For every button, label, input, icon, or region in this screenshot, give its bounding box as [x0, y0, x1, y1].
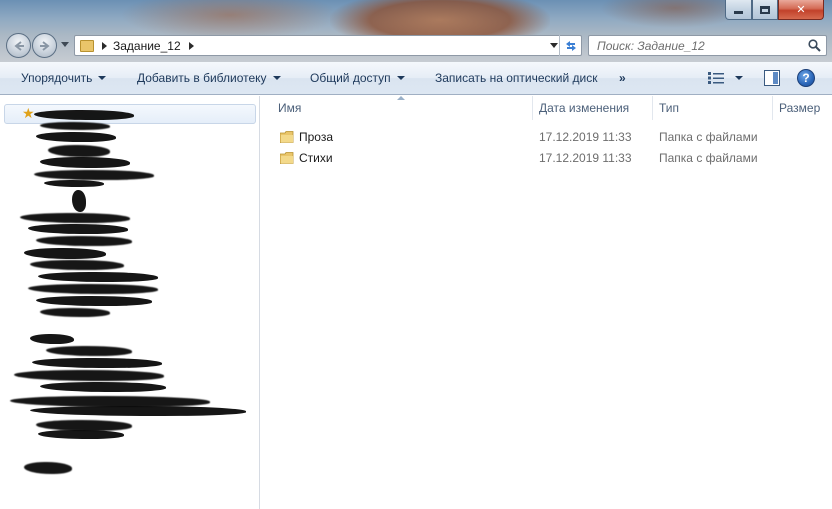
address-dropdown-icon[interactable] [550, 43, 558, 48]
maximize-button[interactable] [752, 0, 778, 20]
search-icon[interactable] [808, 39, 821, 52]
column-type-label: Тип [659, 101, 680, 115]
more-commands-button[interactable]: » [619, 62, 626, 95]
refresh-icon [565, 40, 576, 51]
column-header-date[interactable]: Дата изменения [532, 96, 653, 120]
more-commands-icon: » [619, 71, 626, 85]
search-placeholder: Поиск: Задание_12 [597, 38, 705, 53]
minimize-icon [734, 11, 743, 14]
favorites-star-icon: ★ [22, 105, 35, 121]
search-input[interactable]: Поиск: Задание_12 [588, 35, 827, 56]
breadcrumb-current[interactable]: Задание_12 [113, 39, 181, 53]
breadcrumb-chevron-icon[interactable] [188, 41, 194, 50]
help-button[interactable]: ? [797, 69, 815, 87]
list-item[interactable]: Стихи 17.12.2019 11:33 Папка с файлами [261, 148, 832, 168]
file-type: Папка с файлами [659, 130, 758, 144]
add-to-library-button[interactable]: Добавить в библиотеку [137, 62, 281, 95]
file-name: Проза [299, 130, 334, 144]
window-controls: ✕ [725, 0, 824, 20]
add-to-library-label: Добавить в библиотеку [137, 71, 267, 85]
back-button[interactable] [6, 33, 31, 58]
refresh-button[interactable] [559, 35, 581, 56]
organize-menu-button[interactable]: Упорядочить [21, 62, 107, 95]
recent-pages-dropdown[interactable] [61, 42, 69, 47]
preview-pane-icon[interactable] [764, 70, 780, 86]
column-name-label: Имя [278, 101, 302, 115]
share-label: Общий доступ [310, 71, 391, 85]
close-icon: ✕ [796, 4, 806, 16]
burn-disc-button[interactable]: Записать на оптический диск [435, 62, 598, 95]
close-button[interactable]: ✕ [778, 0, 824, 20]
column-date-label: Дата изменения [539, 101, 630, 115]
list-item[interactable]: Проза 17.12.2019 11:33 Папка с файлами [261, 127, 832, 147]
file-date: 17.12.2019 11:33 [539, 151, 632, 165]
column-header-size[interactable]: Размер [772, 96, 832, 120]
column-headers: Имя Дата изменения Тип Размер [261, 96, 832, 120]
maximize-icon [760, 5, 770, 14]
file-type: Папка с файлами [659, 151, 758, 165]
burn-disc-label: Записать на оптический диск [435, 71, 598, 85]
chevron-down-icon [396, 76, 405, 80]
back-arrow-icon [13, 40, 24, 51]
minimize-button[interactable] [725, 0, 752, 20]
folder-icon [80, 39, 94, 52]
share-button[interactable]: Общий доступ [310, 62, 405, 95]
column-header-type[interactable]: Тип [652, 96, 773, 120]
chevron-down-icon [98, 76, 107, 80]
wallpaper-shape [120, 0, 340, 40]
breadcrumb-chevron-icon[interactable] [102, 41, 107, 50]
help-icon: ? [802, 71, 810, 85]
organize-label: Упорядочить [21, 71, 93, 85]
view-dropdown-icon[interactable] [735, 76, 743, 80]
folder-icon [280, 152, 294, 164]
column-size-label: Размер [779, 101, 821, 115]
address-bar[interactable]: Задание_12 [74, 35, 582, 56]
folder-icon [280, 131, 294, 143]
view-options-icon[interactable] [708, 72, 724, 84]
forward-arrow-icon [39, 40, 50, 51]
column-header-name[interactable]: Имя [271, 96, 533, 120]
file-date: 17.12.2019 11:33 [539, 130, 632, 144]
chevron-down-icon [272, 76, 281, 80]
forward-button[interactable] [32, 33, 57, 58]
file-name: Стихи [299, 151, 333, 165]
